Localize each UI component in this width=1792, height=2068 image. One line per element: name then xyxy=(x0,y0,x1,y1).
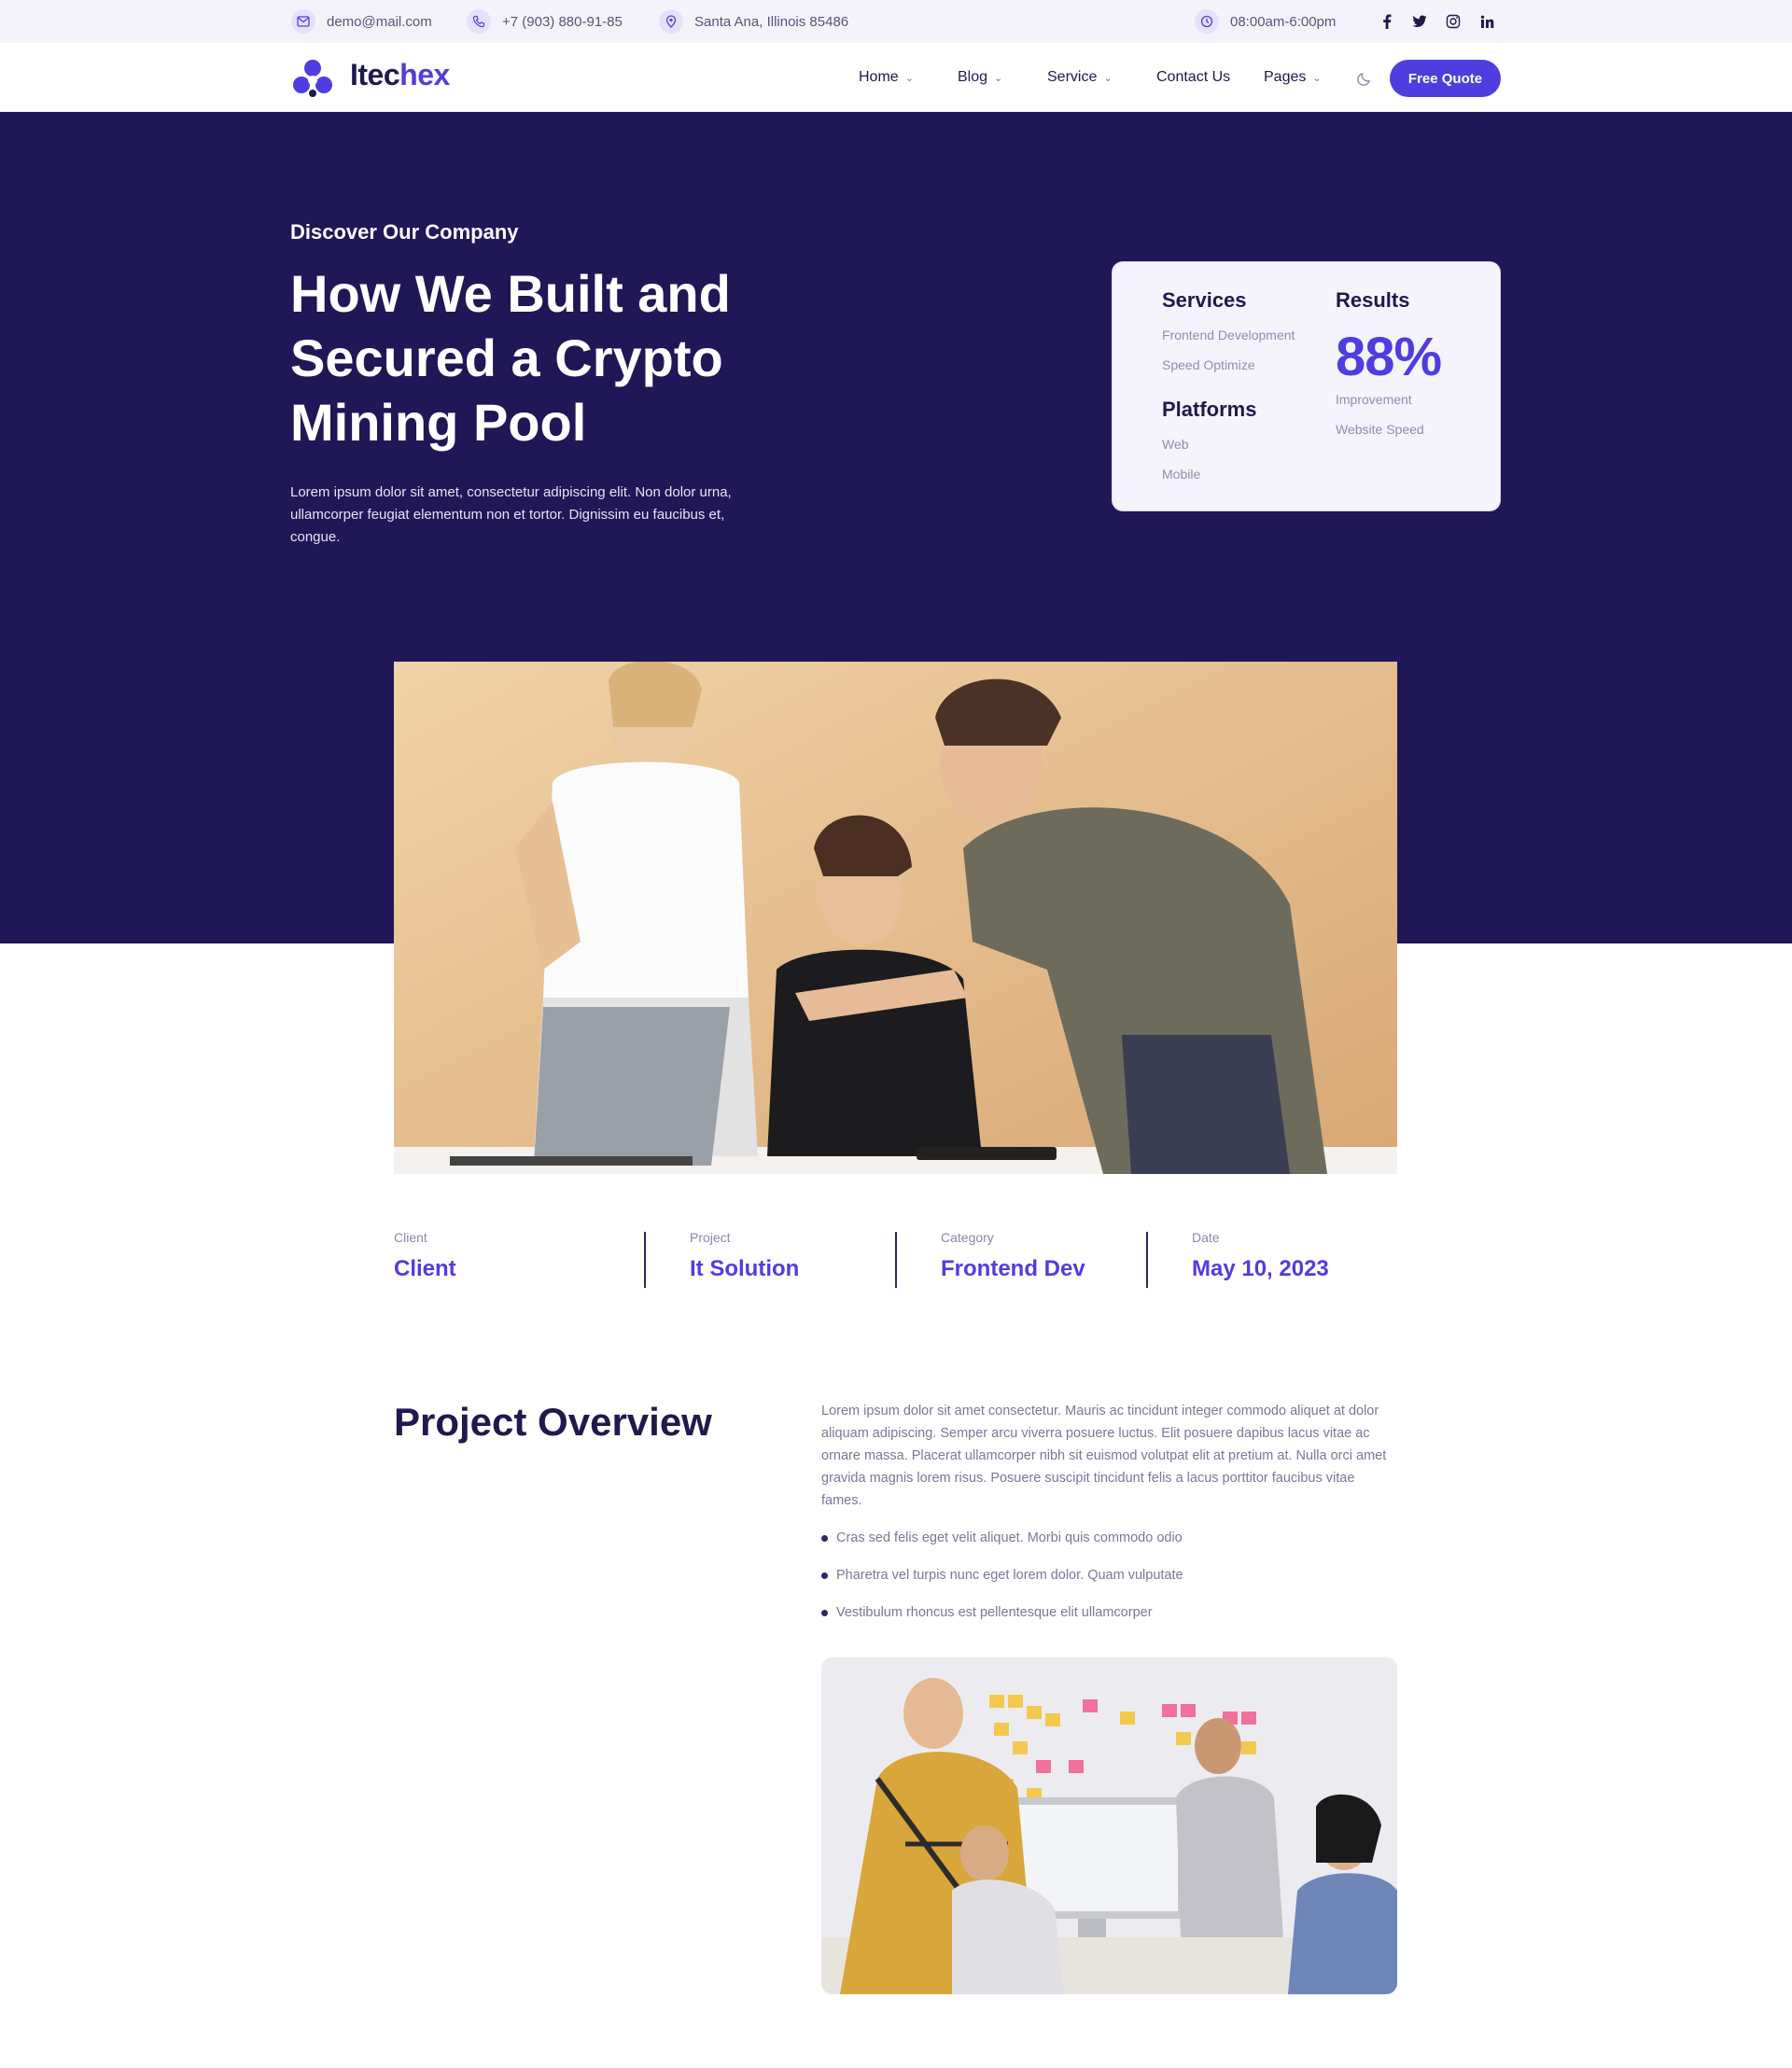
platform-item: Web xyxy=(1162,437,1189,452)
logo-text[interactable]: Itechex xyxy=(350,58,450,92)
nav-home[interactable]: Home ⌄ xyxy=(859,69,914,86)
bullet-icon xyxy=(821,1609,828,1616)
list-item: Cras sed felis eget velit aliquet. Morbi… xyxy=(821,1530,1183,1545)
main-navbar: Itechex Home ⌄ Blog ⌄ Service ⌄ Contact Us … xyxy=(0,43,1792,112)
free-quote-button[interactable]: Free Quote xyxy=(1390,60,1501,97)
address-item: Santa Ana, Illinois 85486 xyxy=(659,0,848,43)
address-text: Santa Ana, Illinois 85486 xyxy=(694,13,849,30)
platforms-heading: Platforms xyxy=(1162,398,1257,421)
bullet-icon xyxy=(821,1572,828,1579)
nav-pages[interactable]: Pages ⌄ xyxy=(1264,69,1322,86)
info-client: Client Client xyxy=(394,1230,456,1281)
hours-text: 08:00am-6:00pm xyxy=(1230,13,1337,30)
linkedin-icon[interactable] xyxy=(1477,12,1496,31)
location-pin-icon xyxy=(659,9,683,34)
info-category: Category Frontend Dev xyxy=(941,1230,1085,1281)
dark-mode-toggle[interactable] xyxy=(1356,70,1373,87)
info-date: Date May 10, 2023 xyxy=(1192,1230,1329,1281)
email-text: demo@mail.com xyxy=(327,13,432,30)
info-project: Project It Solution xyxy=(690,1230,800,1281)
facebook-icon[interactable] xyxy=(1378,12,1396,31)
logo-mark-icon[interactable] xyxy=(290,56,335,101)
chevron-down-icon: ⌄ xyxy=(994,72,1003,84)
service-item: Frontend Development xyxy=(1162,328,1295,342)
divider xyxy=(895,1232,897,1288)
email-item[interactable]: demo@mail.com xyxy=(291,0,432,43)
hero-eyebrow: Discover Our Company xyxy=(290,220,519,244)
divider xyxy=(1146,1232,1148,1288)
services-heading: Services xyxy=(1162,288,1247,312)
nav-blog[interactable]: Blog ⌄ xyxy=(958,69,1002,86)
nav-service[interactable]: Service ⌄ xyxy=(1047,69,1113,86)
overview-text: Lorem ipsum dolor sit amet consectetur. … xyxy=(821,1404,1387,1508)
instagram-icon[interactable] xyxy=(1444,12,1463,31)
result-line: Website Speed xyxy=(1336,422,1424,437)
mail-icon xyxy=(291,9,315,34)
chevron-down-icon: ⌄ xyxy=(1103,72,1113,84)
top-info-bar: demo@mail.com +7 (903) 880-91-85 Santa A… xyxy=(0,0,1792,43)
team-meeting-image xyxy=(821,1657,1397,1994)
result-line: Improvement xyxy=(1336,392,1412,407)
chevron-down-icon: ⌄ xyxy=(904,72,914,84)
project-hero-image xyxy=(394,662,1397,1174)
moon-icon xyxy=(1357,73,1370,86)
clock-icon xyxy=(1195,9,1219,34)
phone-item[interactable]: +7 (903) 880-91-85 xyxy=(467,0,623,43)
phone-text: +7 (903) 880-91-85 xyxy=(502,13,623,30)
nav-contact[interactable]: Contact Us xyxy=(1156,69,1230,86)
twitter-icon[interactable] xyxy=(1410,12,1429,31)
chevron-down-icon: ⌄ xyxy=(1312,72,1322,84)
divider xyxy=(644,1232,646,1288)
hero-description: Lorem ipsum dolor sit amet, consectetur … xyxy=(290,484,732,545)
list-item: Pharetra vel turpis nunc eget lorem dolo… xyxy=(821,1568,1183,1583)
list-item: Vestibulum rhoncus est pellentesque elit… xyxy=(821,1605,1153,1620)
page-title: How We Built and Secured a Crypto Mining… xyxy=(290,264,731,452)
result-value: 88% xyxy=(1336,327,1442,387)
phone-icon xyxy=(467,9,491,34)
platform-item: Mobile xyxy=(1162,467,1201,482)
service-item: Speed Optimize xyxy=(1162,357,1255,372)
results-heading: Results xyxy=(1336,288,1410,312)
overview-title: Project Overview xyxy=(394,1400,712,1444)
project-stats-card: Services Frontend Development Speed Opti… xyxy=(1112,261,1501,511)
bullet-icon xyxy=(821,1534,828,1542)
hours-item: 08:00am-6:00pm xyxy=(1195,0,1336,43)
